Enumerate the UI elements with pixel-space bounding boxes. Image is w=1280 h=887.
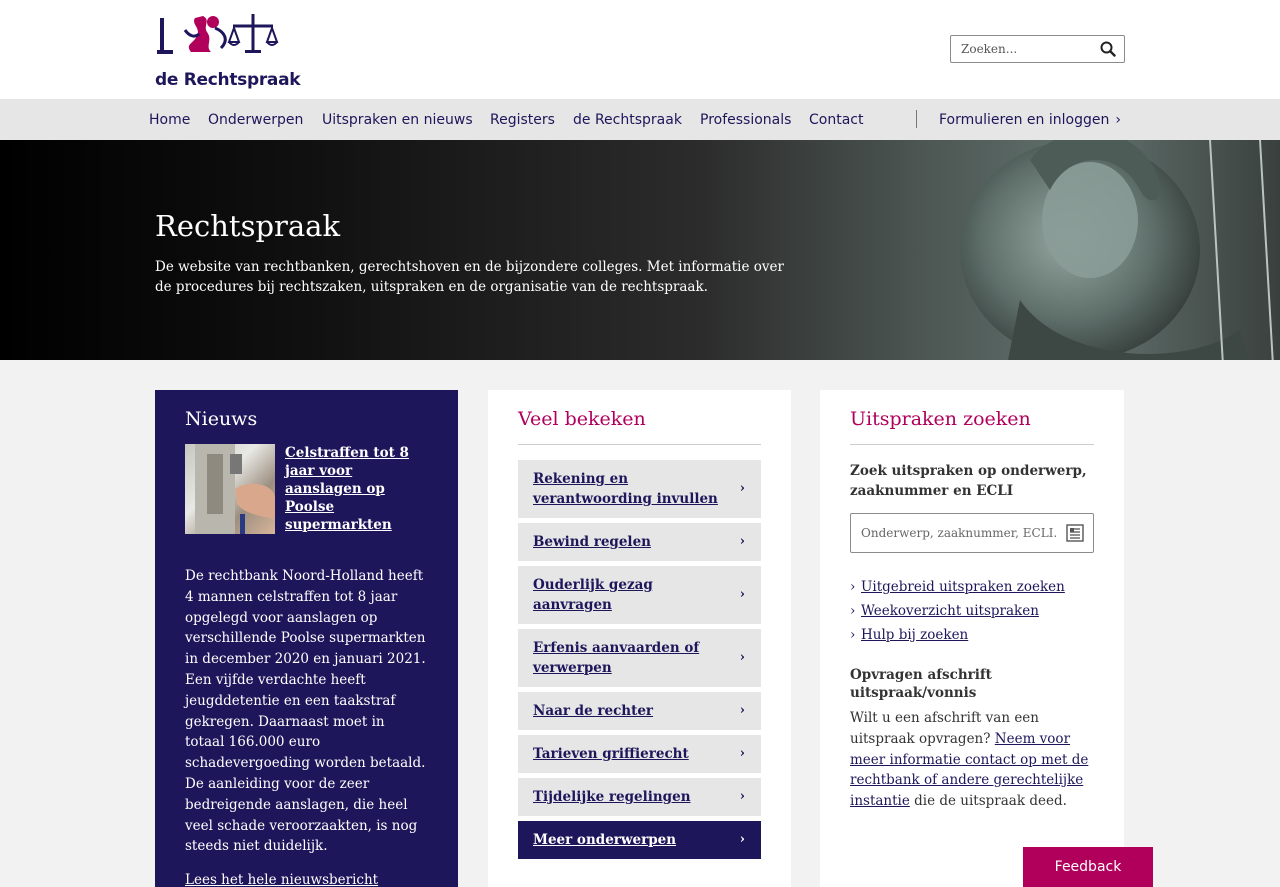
news-teaser: Celstraffen tot 8 jaar voor aanslagen op… <box>185 444 428 534</box>
lady-justice-statue-image <box>960 140 1274 360</box>
nav-item-contact[interactable]: Contact <box>809 112 863 128</box>
nav-item-uitspraken-en-nieuws[interactable]: Uitspraken en nieuws <box>322 112 473 128</box>
top-header: de Rechtspraak <box>0 0 1280 99</box>
popular-item[interactable]: Ouderlijk gezag aanvragen › <box>518 566 761 624</box>
popular-item[interactable]: Tarieven griffierecht › <box>518 735 761 773</box>
document-search-icon[interactable] <box>1066 524 1084 542</box>
more-topics-button[interactable]: Meer onderwerpen › <box>518 821 761 859</box>
rulings-search-title: Uitspraken zoeken <box>850 408 1094 445</box>
rulings-links: › Uitgebreid uitspraken zoeken › Weekoverz… <box>850 575 1094 647</box>
nav-item-registers[interactable]: Registers <box>490 112 555 128</box>
popular-item-label: Erfenis aanvaarden of verwerpen <box>533 640 700 676</box>
rulings-search-panel: Uitspraken zoeken Zoek uitspraken op ond… <box>820 390 1124 887</box>
nav-divider <box>916 110 917 128</box>
chevron-right-icon: › <box>739 746 745 761</box>
popular-item[interactable]: Bewind regelen › <box>518 523 761 561</box>
popular-panel: Veel bekeken Rekening en verantwoording … <box>488 390 791 887</box>
rulings-search-box <box>850 513 1094 553</box>
more-topics-label: Meer onderwerpen <box>533 832 677 848</box>
news-body: De rechtbank Noord-Holland heeft 4 manne… <box>185 568 426 855</box>
popular-item-label: Tijdelijke regelingen <box>533 789 691 805</box>
popular-item[interactable]: Erfenis aanvaarden of verwerpen › <box>518 629 761 687</box>
hero-title: Rechtspraak <box>155 209 341 243</box>
site-search <box>950 35 1125 63</box>
read-full-news-link[interactable]: Lees het hele nieuwsbericht <box>185 872 428 887</box>
nav-login-label: Formulieren en inloggen <box>939 112 1110 128</box>
site-search-input[interactable] <box>951 36 1089 62</box>
popular-list: Rekening en verantwoording invullen › Bew… <box>518 460 761 859</box>
popular-item[interactable]: Rekening en verantwoording invullen › <box>518 460 761 518</box>
chevron-right-icon: › <box>739 832 745 847</box>
chevron-right-icon: › <box>850 627 856 643</box>
chevron-right-icon: › <box>850 579 856 595</box>
nav-item-onderwerpen[interactable]: Onderwerpen <box>208 112 303 128</box>
logo-wordmark: de Rechtspraak <box>155 70 301 90</box>
copy-request-text: Wilt u een afschrift van een uitspraak o… <box>850 710 1089 810</box>
nav-item-home[interactable]: Home <box>149 112 190 128</box>
rulings-search-subtitle: Zoek uitspraken op onderwerp, zaaknummer… <box>850 463 1087 499</box>
popular-item-label: Bewind regelen <box>533 534 651 550</box>
news-panel: Nieuws Celstraffen tot 8 jaar voor aansl… <box>155 390 458 887</box>
popular-item[interactable]: Tijdelijke regelingen › <box>518 778 761 816</box>
rechtspraak-logo[interactable]: de Rechtspraak <box>155 10 301 90</box>
copy-request-title: Opvragen afschrift uitspraak/vonnis <box>850 667 992 701</box>
chevron-right-icon: › <box>1115 112 1121 128</box>
chevron-right-icon: › <box>739 703 745 718</box>
main-navigation: Home Onderwerpen Uitspraken en nieuws Re… <box>0 99 1280 140</box>
chevron-right-icon: › <box>739 587 745 602</box>
chevron-right-icon: › <box>739 534 745 549</box>
popular-item-label: Tarieven griffierecht <box>533 746 689 762</box>
news-title: Nieuws <box>185 408 258 430</box>
faucet-hand-image <box>195 444 275 534</box>
nav-item-de-rechtspraak[interactable]: de Rechtspraak <box>573 112 682 128</box>
advanced-search-link[interactable]: › Uitgebreid uitspraken zoeken <box>850 575 1094 599</box>
hero-banner: Rechtspraak De website van rechtbanken, … <box>0 140 1280 360</box>
popular-title: Veel bekeken <box>518 408 761 445</box>
feedback-button[interactable]: Feedback <box>1023 847 1153 887</box>
search-icon[interactable] <box>1100 41 1116 57</box>
lady-justice-logo-icon <box>157 14 279 54</box>
hero-description: De website van rechtbanken, gerechtshove… <box>155 259 784 295</box>
news-headline-link[interactable]: Celstraffen tot 8 jaar voor aanslagen op… <box>285 444 428 534</box>
chevron-right-icon: › <box>739 481 745 496</box>
chevron-right-icon: › <box>850 603 856 619</box>
nav-item-formulieren-en-inloggen[interactable]: Formulieren en inloggen › <box>939 112 1121 128</box>
rulings-search-input[interactable] <box>851 514 1056 552</box>
news-thumbnail[interactable] <box>185 444 275 534</box>
popular-item[interactable]: Naar de rechter › <box>518 692 761 730</box>
popular-item-label: Naar de rechter <box>533 703 654 719</box>
weekly-overview-link[interactable]: › Weekoverzicht uitspraken <box>850 599 1094 623</box>
popular-item-label: Rekening en verantwoording invullen <box>533 471 718 507</box>
nav-item-professionals[interactable]: Professionals <box>700 112 791 128</box>
search-help-link[interactable]: › Hulp bij zoeken <box>850 623 1094 647</box>
chevron-right-icon: › <box>739 650 745 665</box>
chevron-right-icon: › <box>739 789 745 804</box>
popular-item-label: Ouderlijk gezag aanvragen <box>533 577 653 613</box>
